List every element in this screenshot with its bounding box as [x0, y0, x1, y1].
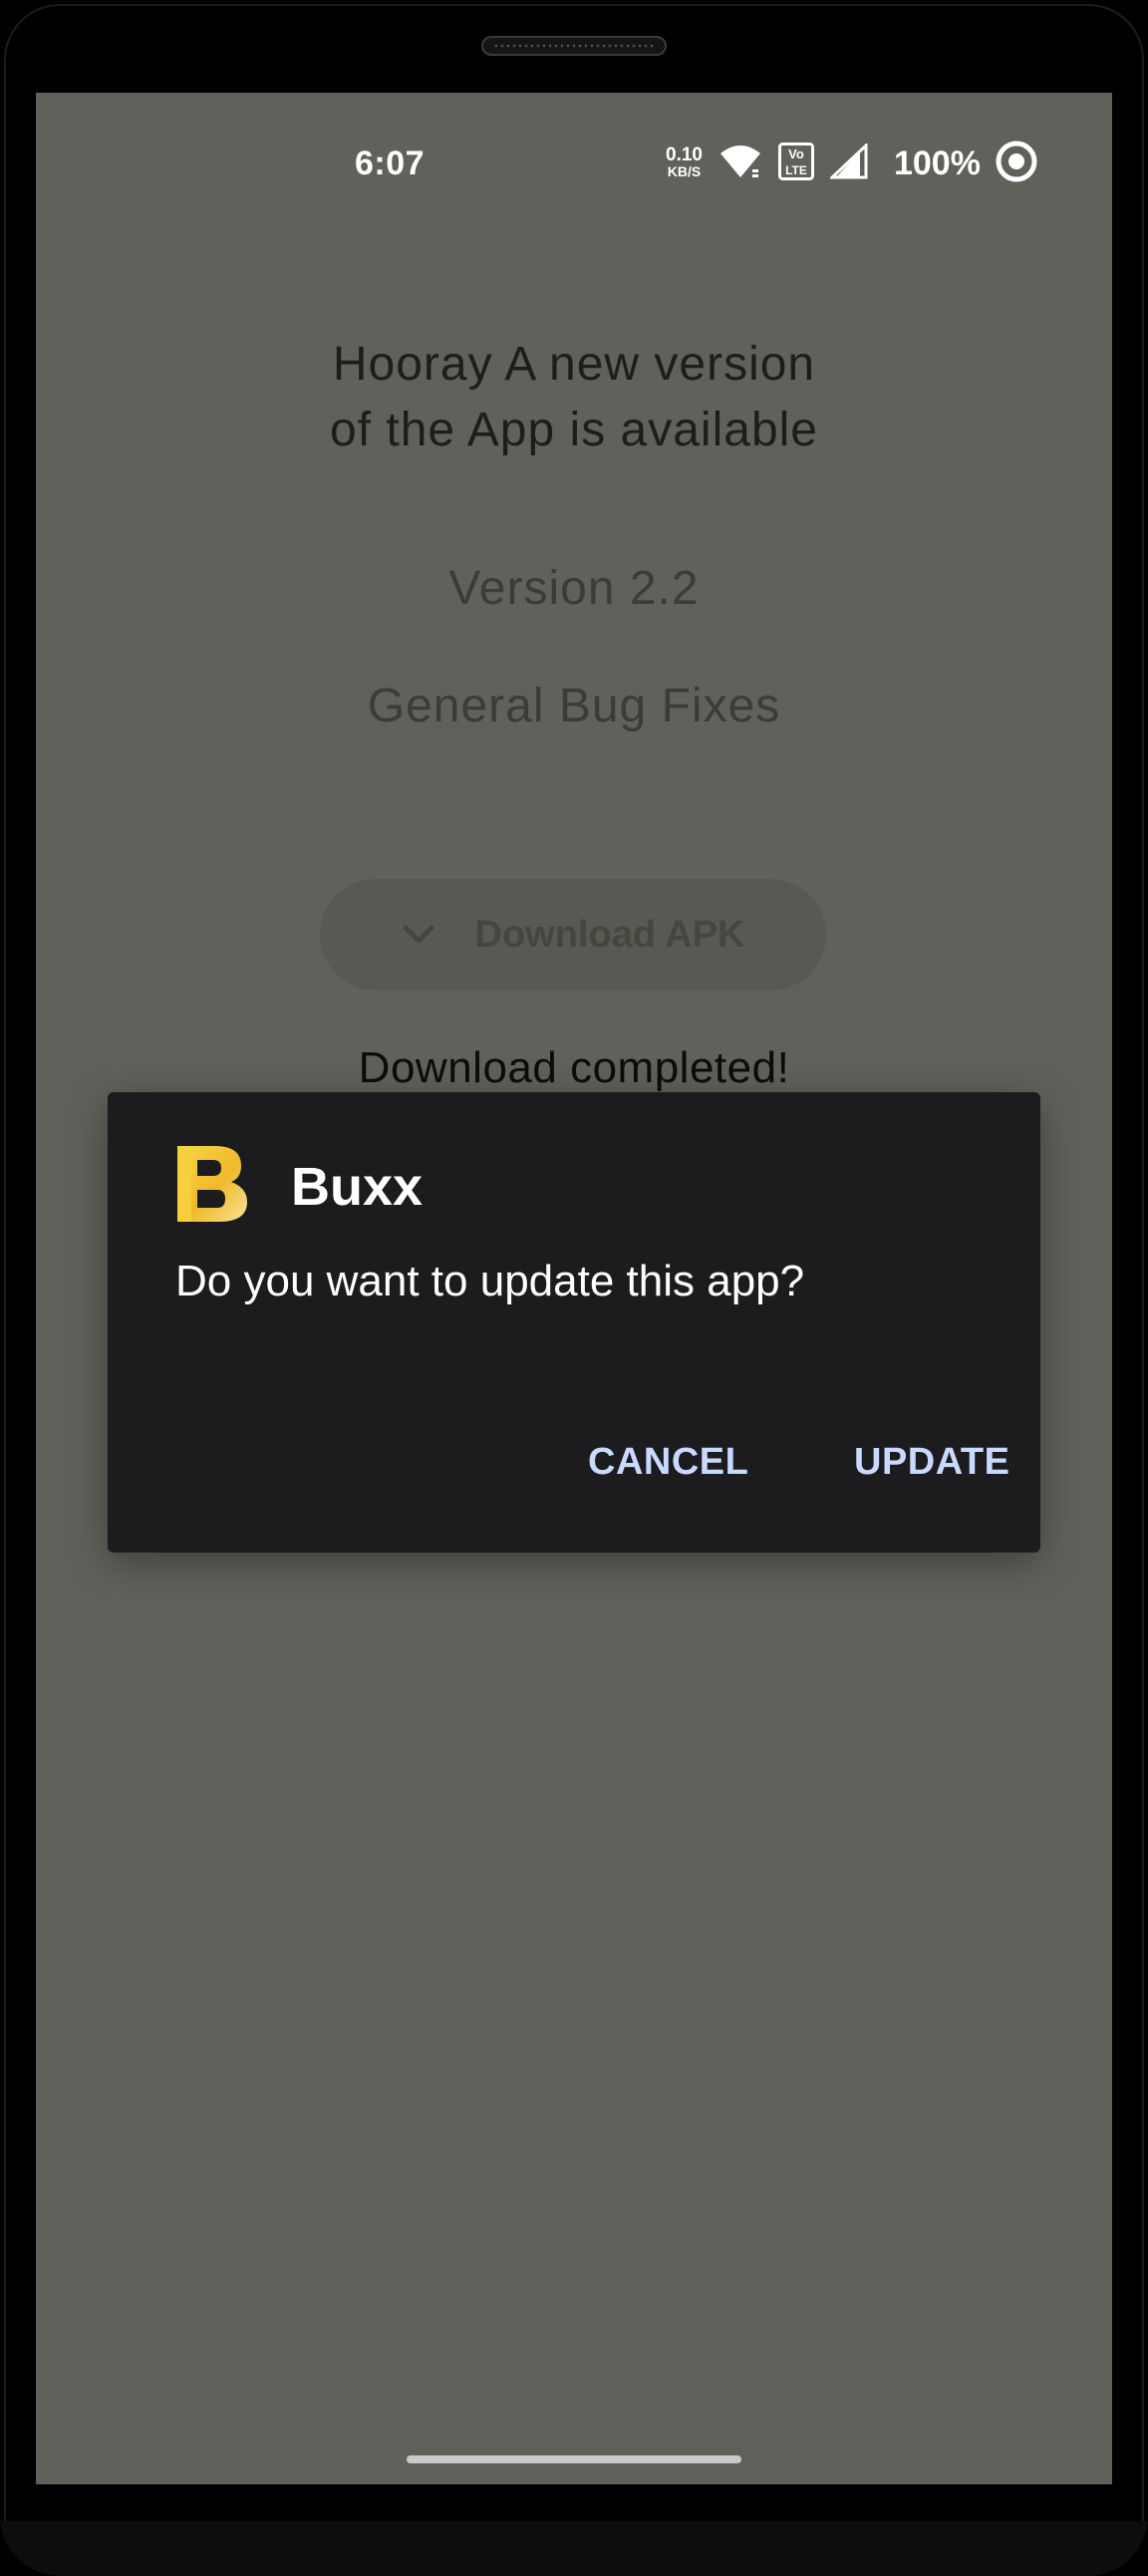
update-dialog: Buxx Do you want to update this app? CAN… — [108, 1092, 1040, 1553]
network-speed-value: 0.10 — [666, 144, 703, 165]
wifi-icon — [718, 143, 762, 184]
buxx-logo — [175, 1144, 249, 1224]
volte-bottom-text: LTE — [785, 163, 807, 177]
version-label: Version 2.2 — [448, 562, 700, 615]
gesture-nav-handle[interactable] — [407, 2455, 741, 2463]
phone-bottom-bezel — [0, 2521, 1148, 2576]
dialog-message: Do you want to update this app? — [175, 1257, 805, 1305]
status-bar: 6:07 0.10 KB/S Vo LTE 100% — [36, 93, 1112, 182]
network-speed: 0.10 KB/S — [666, 144, 703, 180]
phone-frame: 6:07 0.10 KB/S Vo LTE 100% Hooray A new … — [0, 0, 1148, 2576]
volte-icon: Vo LTE — [777, 142, 814, 185]
status-icons: 0.10 KB/S Vo LTE 100% — [666, 141, 1038, 185]
battery-percentage: 100% — [893, 143, 981, 182]
update-button[interactable]: UPDATE — [854, 1441, 1009, 1484]
device-screen: 6:07 0.10 KB/S Vo LTE 100% Hooray A new … — [36, 93, 1112, 2484]
ring-icon — [995, 140, 1038, 188]
network-speed-unit: KB/S — [667, 163, 702, 179]
earpiece-speaker — [481, 36, 667, 56]
chevron-down-icon — [402, 924, 435, 946]
headline-line-1: Hooray A new version — [332, 338, 816, 391]
update-headline: Hooray A new version of the App is avail… — [36, 332, 1112, 463]
headline-line-2: of the App is available — [330, 404, 818, 456]
volte-top-text: Vo — [788, 146, 804, 161]
download-apk-label: Download APK — [474, 913, 745, 956]
release-notes: General Bug Fixes — [367, 680, 781, 732]
cancel-button[interactable]: CANCEL — [588, 1441, 748, 1484]
cell-signal-icon — [828, 142, 868, 184]
download-apk-button[interactable]: Download APK — [320, 879, 826, 991]
download-status-text: Download completed! — [358, 1043, 790, 1092]
dialog-title: Buxx — [291, 1157, 424, 1217]
status-time: 6:07 — [355, 144, 426, 182]
